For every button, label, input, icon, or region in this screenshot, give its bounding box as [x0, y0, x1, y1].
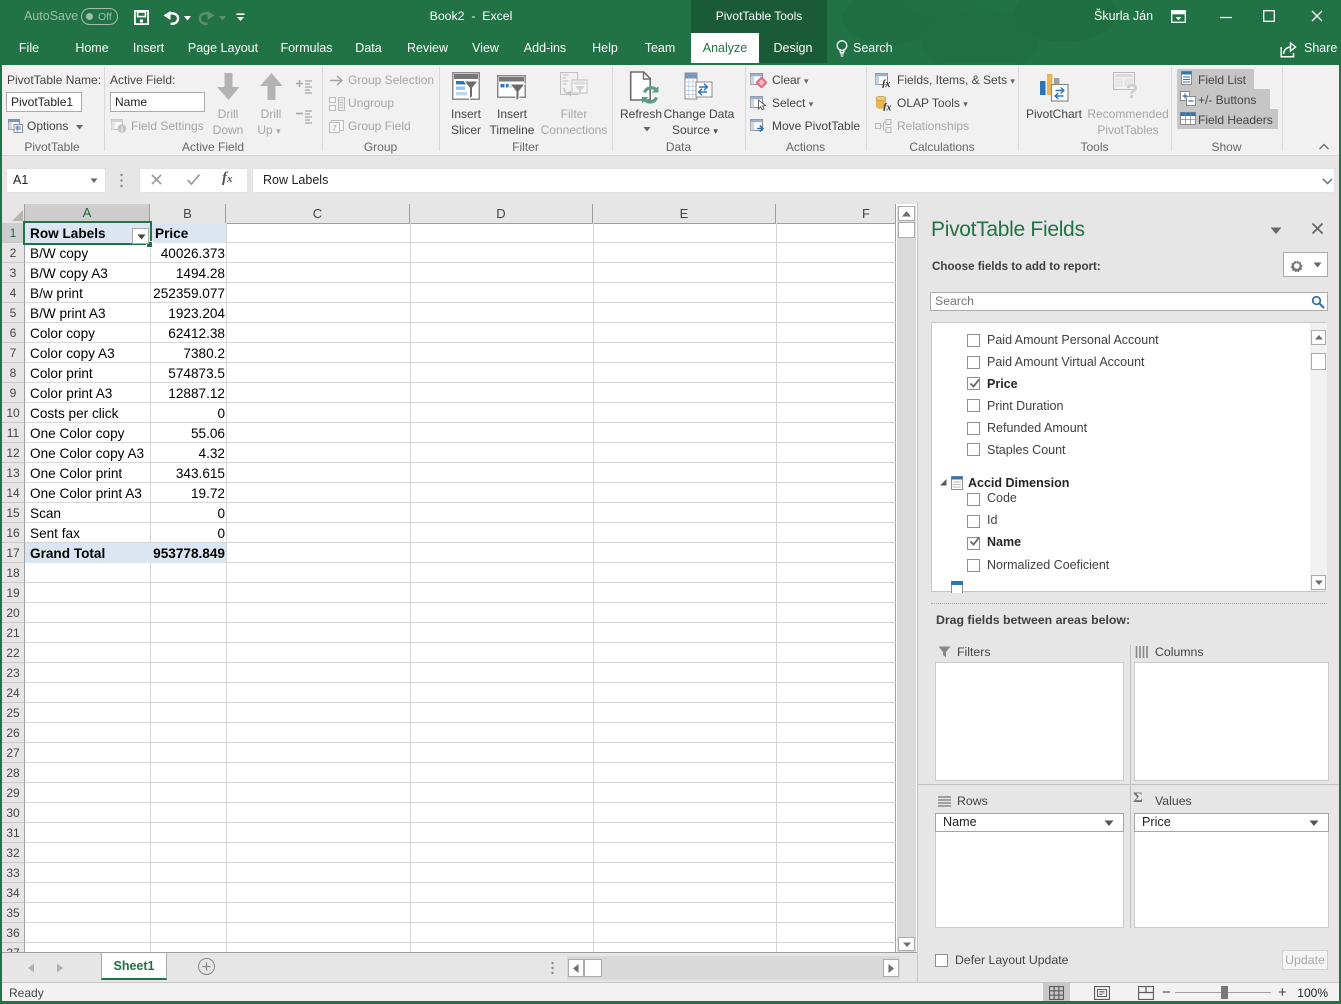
svg-text:fx: fx	[883, 103, 891, 112]
svg-text:7: 7	[332, 123, 337, 133]
svg-text:fx: fx	[882, 79, 890, 88]
svg-text:?: ?	[1126, 81, 1138, 101]
